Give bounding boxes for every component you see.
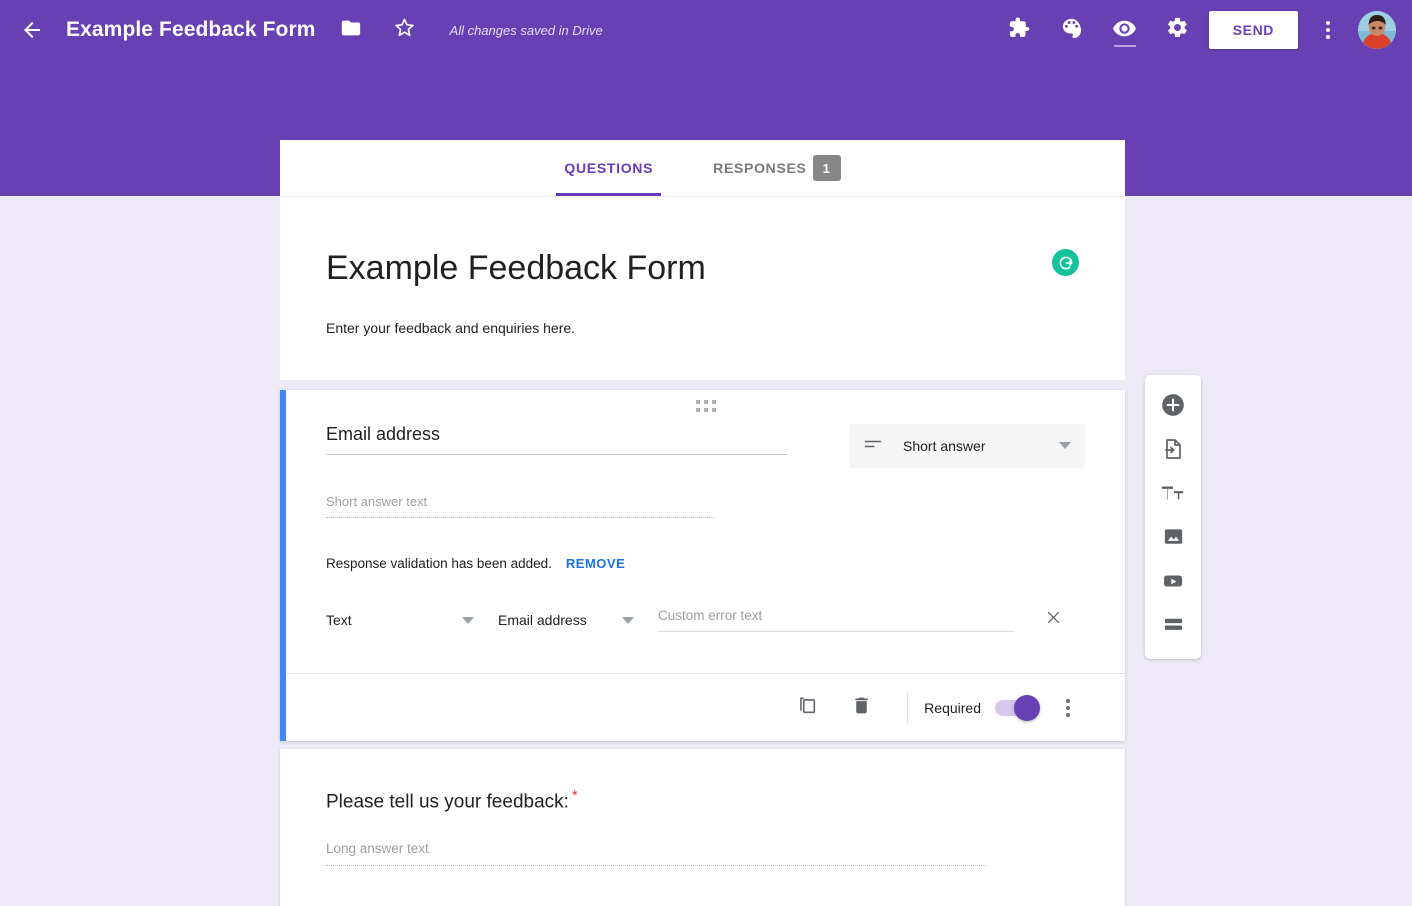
save-status: All changes saved in Drive bbox=[449, 22, 603, 38]
question-2-title-text: Please tell us your feedback: bbox=[326, 791, 569, 813]
delete-question-button[interactable] bbox=[841, 688, 881, 728]
preview-active-indicator bbox=[1113, 45, 1136, 47]
form-header-card: Example Feedback Form Enter your feedbac… bbox=[280, 196, 1125, 381]
more-vertical-icon-dot bbox=[1326, 28, 1330, 32]
trash-icon bbox=[851, 695, 872, 721]
responses-count-badge: 1 bbox=[812, 155, 841, 181]
validation-controls-row: Text Email address Custom error text bbox=[326, 605, 1085, 635]
star-button[interactable] bbox=[386, 11, 424, 49]
remove-validation-link[interactable]: REMOVE bbox=[566, 556, 625, 571]
tab-responses-label: RESPONSES bbox=[713, 160, 807, 176]
form-tabbar: QUESTIONS RESPONSES 1 bbox=[280, 140, 1125, 196]
page-title[interactable]: Example Feedback Form bbox=[326, 249, 1079, 288]
theme-button[interactable] bbox=[1050, 8, 1094, 52]
chevron-down-icon bbox=[1059, 437, 1071, 455]
question-more-options-button[interactable] bbox=[1051, 688, 1085, 728]
question-1-title-row: Email address Short answer bbox=[326, 424, 1085, 469]
more-options-button[interactable] bbox=[1308, 8, 1348, 52]
add-question-icon bbox=[1160, 392, 1186, 423]
more-vertical-icon-dot bbox=[1326, 35, 1330, 39]
question-1-footer: Required bbox=[286, 673, 1125, 741]
question-1-type-label: Short answer bbox=[903, 438, 986, 455]
app-header-row: Example Feedback Form All changes saved … bbox=[0, 0, 1412, 60]
add-title-description-icon bbox=[1160, 480, 1186, 511]
validation-type-select[interactable]: Text bbox=[326, 612, 498, 628]
question-card-1[interactable]: Email address Short answer Short answer … bbox=[280, 390, 1125, 742]
import-questions-button[interactable] bbox=[1150, 429, 1196, 473]
add-question-button[interactable] bbox=[1150, 385, 1196, 429]
add-title-description-button[interactable] bbox=[1150, 473, 1196, 517]
form-description[interactable]: Enter your feedback and enquiries here. bbox=[326, 320, 1079, 336]
validation-condition-select[interactable]: Email address bbox=[498, 612, 658, 628]
more-vertical-icon-dot bbox=[1066, 698, 1070, 703]
star-icon bbox=[393, 16, 416, 44]
palette-icon bbox=[1060, 16, 1083, 44]
remove-validation-rule-button[interactable] bbox=[1038, 605, 1068, 635]
duplicate-question-button[interactable] bbox=[787, 688, 827, 728]
send-button[interactable]: SEND bbox=[1208, 11, 1298, 49]
question-1-body: Email address Short answer Short answer … bbox=[286, 390, 1125, 635]
form-sheet: QUESTIONS RESPONSES 1 Example Feedback F… bbox=[280, 140, 1125, 906]
chevron-down-icon bbox=[462, 612, 474, 628]
back-button[interactable] bbox=[10, 8, 54, 52]
more-vertical-icon-dot bbox=[1066, 712, 1070, 717]
tab-responses[interactable]: RESPONSES 1 bbox=[683, 140, 870, 196]
add-video-button[interactable] bbox=[1150, 561, 1196, 605]
question-1-type-select[interactable]: Short answer bbox=[849, 424, 1085, 469]
required-asterisk: * bbox=[571, 787, 578, 805]
required-toggle[interactable] bbox=[995, 694, 1040, 721]
avatar[interactable] bbox=[1358, 11, 1396, 49]
settings-button[interactable] bbox=[1156, 8, 1200, 52]
question-actions-toolbar bbox=[1145, 375, 1201, 659]
drag-handle-icon[interactable] bbox=[695, 400, 716, 413]
question-1-title-input[interactable]: Email address bbox=[326, 424, 787, 456]
import-questions-icon bbox=[1161, 437, 1185, 466]
tab-questions[interactable]: QUESTIONS bbox=[534, 140, 683, 196]
footer-divider bbox=[907, 691, 909, 724]
addons-button[interactable] bbox=[997, 8, 1041, 52]
validation-condition-label: Email address bbox=[498, 612, 587, 629]
question-2-answer-preview: Long answer text bbox=[326, 841, 986, 867]
more-vertical-icon-dot bbox=[1066, 705, 1070, 710]
validation-note-row: Response validation has been added. REMO… bbox=[326, 556, 1085, 571]
add-image-icon bbox=[1162, 525, 1185, 553]
add-section-icon bbox=[1162, 613, 1185, 641]
custom-error-text-input[interactable]: Custom error text bbox=[658, 608, 1014, 633]
folder-icon bbox=[340, 17, 362, 44]
question-card-2[interactable]: Please tell us your feedback: * Long answ… bbox=[280, 749, 1125, 906]
eye-icon bbox=[1112, 15, 1137, 45]
short-answer-icon bbox=[863, 434, 883, 459]
gear-icon bbox=[1166, 16, 1189, 44]
preview-button[interactable] bbox=[1103, 8, 1147, 52]
duplicate-icon bbox=[796, 694, 818, 721]
add-video-icon bbox=[1161, 569, 1185, 598]
document-title[interactable]: Example Feedback Form bbox=[66, 18, 316, 42]
grammarly-icon[interactable] bbox=[1052, 249, 1079, 276]
required-label: Required bbox=[924, 699, 981, 716]
more-vertical-icon-dot bbox=[1326, 21, 1330, 25]
puzzle-piece-icon bbox=[1007, 16, 1031, 45]
close-icon bbox=[1045, 609, 1062, 631]
validation-note-text: Response validation has been added. bbox=[326, 556, 552, 572]
move-to-folder-button[interactable] bbox=[332, 11, 370, 49]
question-2-title[interactable]: Please tell us your feedback: * bbox=[326, 787, 1085, 813]
back-arrow-icon bbox=[20, 18, 44, 42]
chevron-down-icon bbox=[622, 612, 634, 628]
tab-questions-label: QUESTIONS bbox=[564, 160, 654, 176]
required-toggle-knob bbox=[1014, 694, 1040, 721]
add-image-button[interactable] bbox=[1150, 517, 1196, 561]
validation-type-label: Text bbox=[326, 612, 352, 629]
question-1-answer-preview: Short answer text bbox=[326, 494, 714, 519]
question-1-title-wrap: Email address bbox=[326, 424, 787, 456]
add-section-button[interactable] bbox=[1150, 605, 1196, 649]
